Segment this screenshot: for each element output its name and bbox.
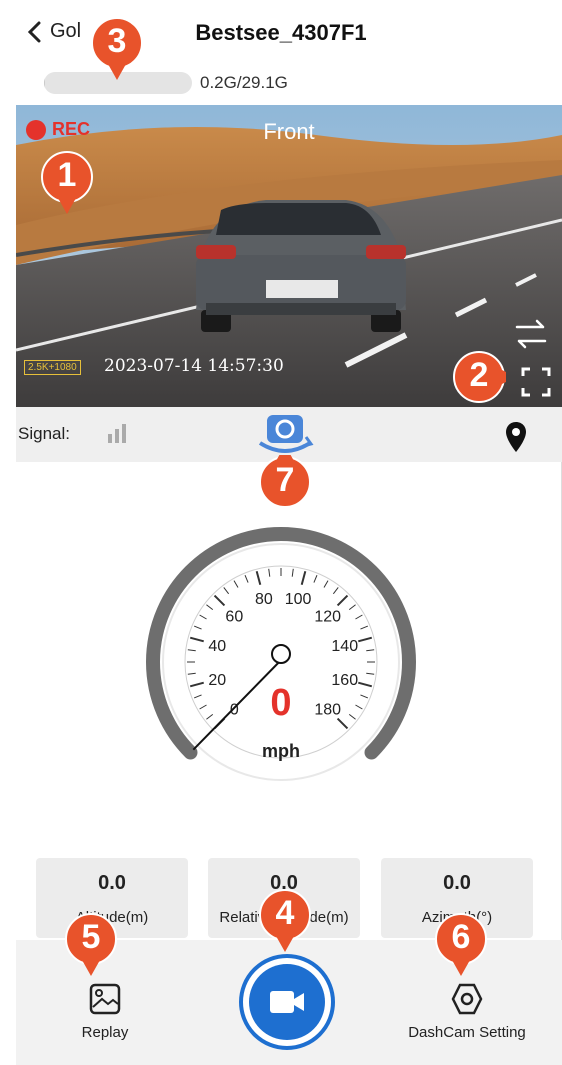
resolution-badge: 2.5K+1080 (24, 360, 81, 375)
camera-label: Front (263, 119, 315, 144)
video-camera-icon (270, 991, 304, 1013)
callout-7-number: 7 (275, 461, 295, 499)
callout-2-number: 2 (469, 356, 489, 394)
location-pin-icon[interactable] (505, 421, 527, 453)
altitude-value: 0.0 (98, 872, 126, 894)
dial-label: 120 (314, 608, 341, 625)
video-timestamp: 2023-07-14 14:57:30 (104, 356, 284, 376)
dial-label: 40 (208, 638, 226, 655)
dashcam-setting-button[interactable]: DashCam Setting (392, 982, 542, 1041)
record-button[interactable] (239, 954, 335, 1050)
storage-text: 0.2G/29.1G (200, 73, 288, 92)
callout-5: 5 (64, 912, 118, 978)
signal-label: Signal: (18, 424, 70, 443)
callout-6-number: 6 (451, 918, 471, 956)
dashcam-setting-label: DashCam Setting (408, 1024, 526, 1041)
gear-icon (451, 983, 483, 1015)
speedometer: 0 20 40 60 80 100 120 140 160 180 0 mph (146, 527, 416, 797)
needle-hub (271, 644, 291, 664)
callout-3: 3 (90, 16, 144, 82)
signal-bars-icon (108, 424, 126, 443)
callout-1-number: 1 (57, 156, 77, 194)
replay-label: Replay (81, 1024, 129, 1041)
speed-value: 0 (270, 682, 292, 724)
fullscreen-icon[interactable] (521, 367, 551, 397)
callout-4-number: 4 (275, 894, 295, 932)
dial-label: 80 (255, 591, 273, 608)
callout-7: 7 (258, 455, 312, 521)
azimuth-value: 0.0 (443, 872, 471, 894)
callout-6: 6 (434, 912, 488, 978)
replay-button[interactable]: Replay (70, 982, 140, 1041)
top-bar: Gol Bestsee_4307F1 0.2G/29.1G (0, 0, 562, 105)
device-title: Bestsee_4307F1 (195, 20, 367, 45)
dial-label: 60 (225, 608, 243, 625)
storage-indicator: 0.2G/29.1G (44, 72, 288, 94)
dial-label: 140 (331, 638, 358, 655)
speed-unit: mph (262, 741, 300, 761)
replay-icon (89, 983, 121, 1015)
storage-bar-fill (44, 72, 46, 94)
callout-4: 4 (258, 888, 312, 954)
switch-camera-icon[interactable] (513, 317, 549, 351)
callout-5-number: 5 (81, 918, 101, 956)
dial-label: 100 (285, 591, 312, 608)
callout-2: 2 (452, 350, 506, 416)
app-screen: Gol Bestsee_4307F1 0.2G/29.1G REC Front … (0, 0, 562, 1065)
callout-1: 1 (40, 150, 94, 216)
camera-rotate-icon[interactable] (254, 413, 316, 457)
callout-3-number: 3 (107, 22, 127, 60)
